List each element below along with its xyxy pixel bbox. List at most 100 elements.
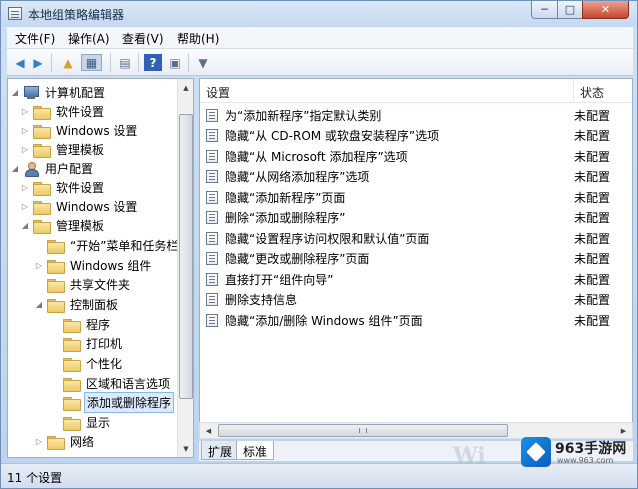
tree-item-user-admin-templates[interactable]: ◢ 管理模板 (20, 216, 106, 235)
policy-name: 直接打开“组件向导” (225, 272, 334, 287)
table-row[interactable]: 直接打开“组件向导” 未配置 (202, 269, 632, 289)
help-icon[interactable]: ? (144, 54, 162, 71)
policy-setting-icon (206, 108, 218, 122)
toolbar: ◀ ▶ ▲ ▦ ▤ ? ▣ ▼ (7, 49, 633, 76)
policy-setting-icon (206, 190, 218, 204)
tree-item-label: “开始”菜单和任务栏 (70, 239, 179, 253)
table-row[interactable]: 隐藏“添加新程序”页面 未配置 (202, 187, 632, 207)
table-row[interactable]: 删除支持信息 未配置 (202, 289, 632, 309)
table-row[interactable]: 为“添加新程序”指定默认类别 未配置 (202, 105, 632, 125)
collapsed-arrow-icon[interactable]: ▷ (20, 107, 30, 116)
up-folder-icon[interactable]: ▲ (59, 54, 77, 71)
collapsed-arrow-icon[interactable]: ▷ (20, 183, 30, 192)
tree-item-label: Windows 组件 (70, 259, 152, 273)
tree-item-computer-config[interactable]: ◢ 计算机配置 (10, 83, 107, 102)
export-list-icon[interactable]: ▤ (116, 54, 134, 71)
policy-setting-icon (206, 231, 218, 245)
tree-item-admin-templates[interactable]: ▷ 管理模板 (20, 140, 106, 159)
tree-item-programs[interactable]: 程序 (50, 315, 112, 334)
collapsed-arrow-icon[interactable]: ▷ (20, 126, 30, 135)
policy-state: 未配置 (574, 169, 611, 184)
close-button[interactable]: ✕ (582, 1, 629, 19)
scroll-right-icon[interactable]: ▶ (615, 423, 632, 438)
computer-icon (23, 85, 39, 100)
tree-item-user-config[interactable]: ◢ 用户配置 (10, 159, 95, 178)
expanded-arrow-icon[interactable]: ◢ (10, 164, 20, 173)
folder-icon (63, 357, 81, 372)
tree-item-label: 管理模板 (56, 143, 105, 157)
menu-action[interactable]: 操作(A) (68, 30, 110, 47)
scrollbar-thumb[interactable] (179, 114, 193, 399)
tree-item-network[interactable]: ▷ 网络 (34, 432, 96, 451)
folder-icon (33, 105, 51, 120)
policy-state: 未配置 (574, 292, 611, 307)
scroll-down-icon[interactable]: ▼ (178, 440, 193, 457)
settings-list[interactable]: 设置 状态 为“添加新程序”指定默认类别 未配置 隐藏“从 CD-ROM 或软盘… (199, 78, 633, 439)
tree-vertical-scrollbar[interactable]: ▲ ▼ (177, 79, 193, 457)
table-row[interactable]: 隐藏“设置程序访问权限和默认值”页面 未配置 (202, 228, 632, 248)
properties-icon[interactable]: ▣ (166, 54, 184, 71)
table-row[interactable]: 删除“添加或删除程序” 未配置 (202, 207, 632, 227)
menu-view[interactable]: 查看(V) (122, 30, 164, 47)
tab-extended[interactable]: 扩展 (201, 441, 240, 460)
scrollbar-thumb[interactable] (218, 424, 508, 437)
menu-file[interactable]: 文件(F) (15, 30, 55, 47)
tree-item-regional-options[interactable]: 区域和语言选项 (50, 374, 172, 393)
table-row[interactable]: 隐藏“从 Microsoft 添加程序”选项 未配置 (202, 146, 632, 166)
collapsed-arrow-icon[interactable]: ▷ (34, 261, 44, 270)
tree-item-label: 软件设置 (56, 181, 105, 195)
tree-item-windows-settings[interactable]: ▷ Windows 设置 (20, 121, 139, 140)
group-policy-editor-window: 本地组策略编辑器 ─ □ ✕ 文件(F) 操作(A) 查看(V) 帮助(H) ◀… (0, 0, 638, 489)
expanded-arrow-icon[interactable]: ◢ (20, 221, 30, 230)
expanded-arrow-icon[interactable]: ◢ (10, 88, 20, 97)
show-tree-icon[interactable]: ▦ (81, 54, 102, 71)
scroll-up-icon[interactable]: ▲ (178, 79, 193, 96)
tree-item-shared-folders[interactable]: 共享文件夹 (34, 275, 132, 294)
collapsed-arrow-icon[interactable]: ▷ (34, 437, 44, 446)
table-row[interactable]: 隐藏“从网络添加程序”选项 未配置 (202, 166, 632, 186)
policy-setting-icon (206, 272, 218, 286)
tree-item-user-software-settings[interactable]: ▷ 软件设置 (20, 178, 106, 197)
collapsed-arrow-icon[interactable]: ▷ (20, 145, 30, 154)
column-header-state[interactable]: 状态 (574, 79, 632, 102)
policy-name: 隐藏“从 Microsoft 添加程序”选项 (225, 149, 408, 164)
title-bar[interactable]: 本地组策略编辑器 ─ □ ✕ (1, 1, 637, 27)
table-row[interactable]: 隐藏“添加/删除 Windows 组件”页面 未配置 (202, 310, 632, 330)
grip-icon (359, 428, 367, 433)
column-header-setting[interactable]: 设置 (200, 79, 574, 102)
tree-item-windows-components[interactable]: ▷ Windows 组件 (34, 256, 153, 275)
tree-item-display[interactable]: 显示 (50, 413, 112, 432)
navigation-tree[interactable]: ◢ 计算机配置 ▷ 软件设置 ▷ Windows 设置 ▷ 管理模板 ◢ 用户配… (7, 78, 194, 458)
minimize-button[interactable]: ─ (531, 1, 558, 19)
expanded-arrow-icon[interactable]: ◢ (34, 300, 44, 309)
tree-item-printers[interactable]: 打印机 (50, 334, 124, 353)
tree-item-software-settings[interactable]: ▷ 软件设置 (20, 102, 106, 121)
collapsed-arrow-icon[interactable]: ▷ (20, 202, 30, 211)
tree-item-control-panel[interactable]: ◢ 控制面板 (34, 295, 120, 314)
table-row[interactable]: 隐藏“从 CD-ROM 或软盘安装程序”选项 未配置 (202, 125, 632, 145)
filter-icon[interactable]: ▼ (194, 54, 212, 71)
table-row[interactable]: 隐藏“更改或删除程序”页面 未配置 (202, 248, 632, 268)
policy-name: 隐藏“添加新程序”页面 (225, 190, 346, 205)
scroll-left-icon[interactable]: ◀ (200, 423, 217, 438)
toolbar-separator (51, 53, 52, 72)
maximize-button[interactable]: □ (557, 1, 583, 19)
forward-arrow-icon[interactable]: ▶ (29, 54, 47, 71)
tree-item-label: 控制面板 (70, 298, 119, 312)
folder-icon (33, 124, 51, 139)
toolbar-separator (138, 53, 139, 72)
tree-item-add-remove-programs[interactable]: 添加或删除程序 (50, 392, 175, 413)
tree-item-personalization[interactable]: 个性化 (50, 354, 124, 373)
folder-icon (33, 219, 51, 234)
folder-icon (33, 200, 51, 215)
tab-standard[interactable]: 标准 (236, 441, 275, 460)
folder-icon (47, 435, 65, 450)
tree-item-label: 显示 (86, 416, 111, 430)
policy-name: 隐藏“更改或删除程序”页面 (225, 251, 370, 266)
tree-item-start-menu[interactable]: “开始”菜单和任务栏 (34, 236, 180, 255)
folder-icon (63, 377, 81, 392)
watermark-url: www.963.com (557, 456, 614, 465)
menu-help[interactable]: 帮助(H) (177, 30, 219, 47)
tree-item-user-windows-settings[interactable]: ▷ Windows 设置 (20, 197, 139, 216)
back-arrow-icon[interactable]: ◀ (11, 54, 29, 71)
